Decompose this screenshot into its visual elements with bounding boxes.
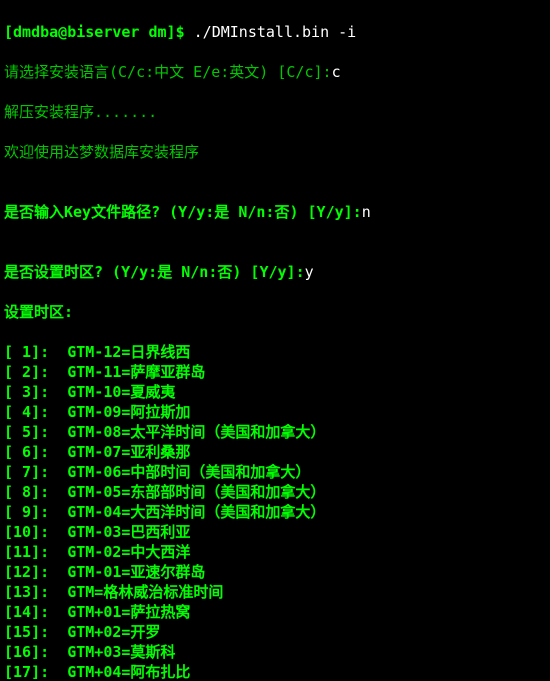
key-prompt: 是否输入Key文件路径? (Y/y:是 N/n:否) [Y/y]:: [4, 203, 362, 221]
timezone-label: GTM-02=中大西洋: [67, 543, 190, 561]
timezone-index: [16]:: [4, 643, 67, 661]
key-prompt-line: 是否输入Key文件路径? (Y/y:是 N/n:否) [Y/y]:n: [4, 202, 546, 222]
timezone-item: [ 1]: GTM-12=日界线西: [4, 342, 546, 362]
timezone-item: [12]: GTM-01=亚速尔群岛: [4, 562, 546, 582]
timezone-label: GTM+04=阿布扎比: [67, 663, 190, 681]
timezone-item: [13]: GTM=格林威治标准时间: [4, 582, 546, 602]
timezone-index: [15]:: [4, 623, 67, 641]
lang-input: c: [332, 63, 341, 81]
timezone-index: [14]:: [4, 603, 67, 621]
timezone-index: [ 4]:: [4, 403, 67, 421]
timezone-index: [ 9]:: [4, 503, 67, 521]
timezone-label: GTM-11=萨摩亚群岛: [67, 363, 205, 381]
lang-select-line: 请选择安装语言(C/c:中文 E/e:英文) [C/c]:c: [4, 62, 546, 82]
command-text: ./DMInstall.bin -i: [194, 23, 357, 41]
timezone-index: [ 7]:: [4, 463, 67, 481]
shell-prompt: [dmdba@biserver dm]$: [4, 23, 194, 41]
timezone-index: [10]:: [4, 523, 67, 541]
timezone-index: [ 3]:: [4, 383, 67, 401]
extracting-line: 解压安装程序.......: [4, 102, 546, 122]
timezone-item: [ 5]: GTM-08=太平洋时间（美国和加拿大）: [4, 422, 546, 442]
timezone-index: [13]:: [4, 583, 67, 601]
timezone-index: [12]:: [4, 563, 67, 581]
timezone-item: [15]: GTM+02=开罗: [4, 622, 546, 642]
timezone-label: GTM-06=中部时间（美国和加拿大）: [67, 463, 310, 481]
timezone-index: [ 2]:: [4, 363, 67, 381]
timezone-item: [16]: GTM+03=莫斯科: [4, 642, 546, 662]
timezone-label: GTM-10=夏威夷: [67, 383, 175, 401]
welcome-line: 欢迎使用达梦数据库安装程序: [4, 142, 546, 162]
timezone-label: GTM-03=巴西利亚: [67, 523, 190, 541]
timezone-label: GTM-05=东部部时间（美国和加拿大）: [67, 483, 325, 501]
timezone-item: [ 2]: GTM-11=萨摩亚群岛: [4, 362, 546, 382]
timezone-item: [10]: GTM-03=巴西利亚: [4, 522, 546, 542]
timezone-item: [ 3]: GTM-10=夏威夷: [4, 382, 546, 402]
timezone-item: [17]: GTM+04=阿布扎比: [4, 662, 546, 681]
timezone-item: [ 4]: GTM-09=阿拉斯加: [4, 402, 546, 422]
timezone-label: GTM-07=亚利桑那: [67, 443, 190, 461]
timezone-index: [17]:: [4, 663, 67, 681]
tz-prompt-line: 是否设置时区? (Y/y:是 N/n:否) [Y/y]:y: [4, 262, 546, 282]
timezone-label: GTM+02=开罗: [67, 623, 160, 641]
tz-header: 设置时区:: [4, 302, 546, 322]
terminal-window[interactable]: [dmdba@biserver dm]$ ./DMInstall.bin -i …: [0, 0, 550, 681]
timezone-label: GTM=格林威治标准时间: [67, 583, 223, 601]
timezone-item: [11]: GTM-02=中大西洋: [4, 542, 546, 562]
timezone-item: [ 8]: GTM-05=东部部时间（美国和加拿大）: [4, 482, 546, 502]
timezone-list: [ 1]: GTM-12=日界线西[ 2]: GTM-11=萨摩亚群岛[ 3]:…: [4, 342, 546, 681]
timezone-label: GTM+03=莫斯科: [67, 643, 175, 661]
timezone-label: GTM-04=大西洋时间（美国和加拿大）: [67, 503, 325, 521]
lang-select-prompt: 请选择安装语言(C/c:中文 E/e:英文) [C/c]:: [4, 63, 332, 81]
timezone-label: GTM-08=太平洋时间（美国和加拿大）: [67, 423, 325, 441]
tz-input: y: [305, 263, 314, 281]
timezone-item: [ 9]: GTM-04=大西洋时间（美国和加拿大）: [4, 502, 546, 522]
timezone-item: [14]: GTM+01=萨拉热窝: [4, 602, 546, 622]
timezone-label: GTM-12=日界线西: [67, 343, 190, 361]
timezone-label: GTM-01=亚速尔群岛: [67, 563, 205, 581]
timezone-index: [11]:: [4, 543, 67, 561]
timezone-item: [ 7]: GTM-06=中部时间（美国和加拿大）: [4, 462, 546, 482]
tz-prompt: 是否设置时区? (Y/y:是 N/n:否) [Y/y]:: [4, 263, 305, 281]
timezone-item: [ 6]: GTM-07=亚利桑那: [4, 442, 546, 462]
timezone-label: GTM+01=萨拉热窝: [67, 603, 190, 621]
timezone-index: [ 5]:: [4, 423, 67, 441]
timezone-index: [ 6]:: [4, 443, 67, 461]
shell-prompt-line: [dmdba@biserver dm]$ ./DMInstall.bin -i: [4, 22, 546, 42]
timezone-label: GTM-09=阿拉斯加: [67, 403, 190, 421]
key-input: n: [362, 203, 371, 221]
timezone-index: [ 1]:: [4, 343, 67, 361]
timezone-index: [ 8]:: [4, 483, 67, 501]
